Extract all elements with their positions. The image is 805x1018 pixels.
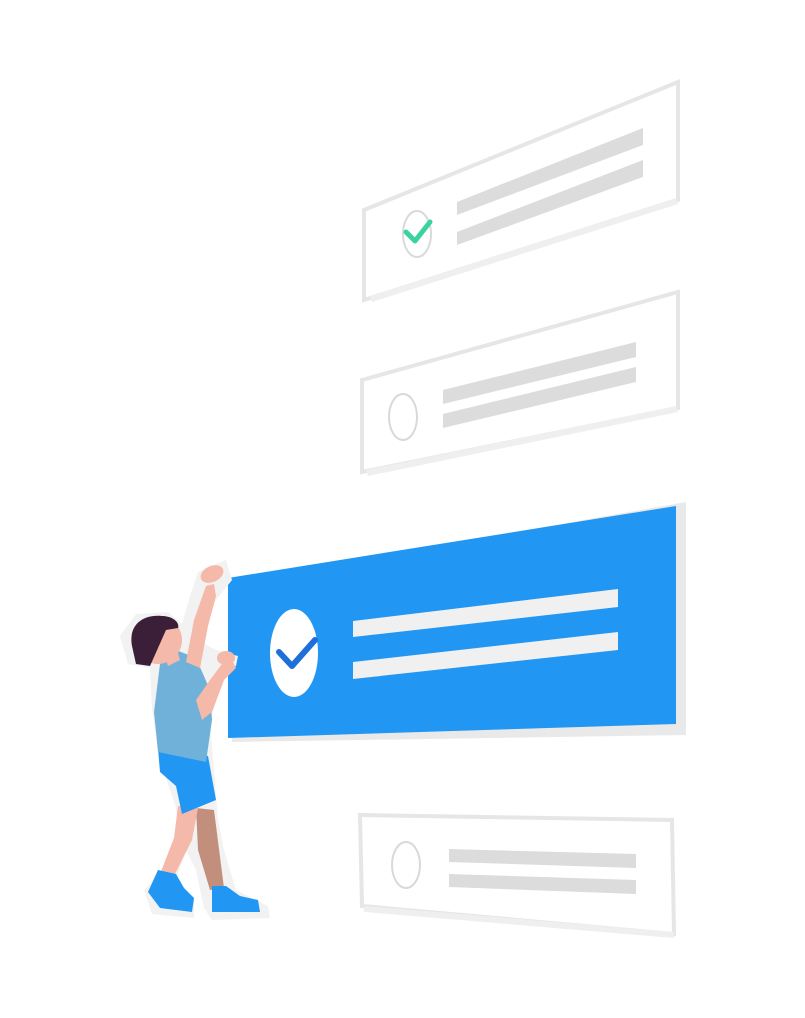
option-card-1-frame: [362, 79, 680, 303]
option-card-2[interactable]: [360, 289, 680, 476]
option-card-4[interactable]: [357, 812, 677, 938]
checklist-illustration: [120, 79, 686, 938]
hand-mid: [217, 651, 235, 665]
option-card-1[interactable]: [362, 79, 680, 303]
option-card-4-check[interactable]: [391, 841, 421, 889]
option-card-2-check[interactable]: [388, 393, 418, 441]
empty-radio-icon: [388, 393, 418, 441]
option-card-1-check[interactable]: [402, 210, 433, 258]
empty-radio-icon: [391, 841, 421, 889]
back-shoe: [212, 886, 260, 912]
option-card-3-check[interactable]: [270, 609, 318, 697]
option-card-3-selected[interactable]: [228, 502, 686, 742]
